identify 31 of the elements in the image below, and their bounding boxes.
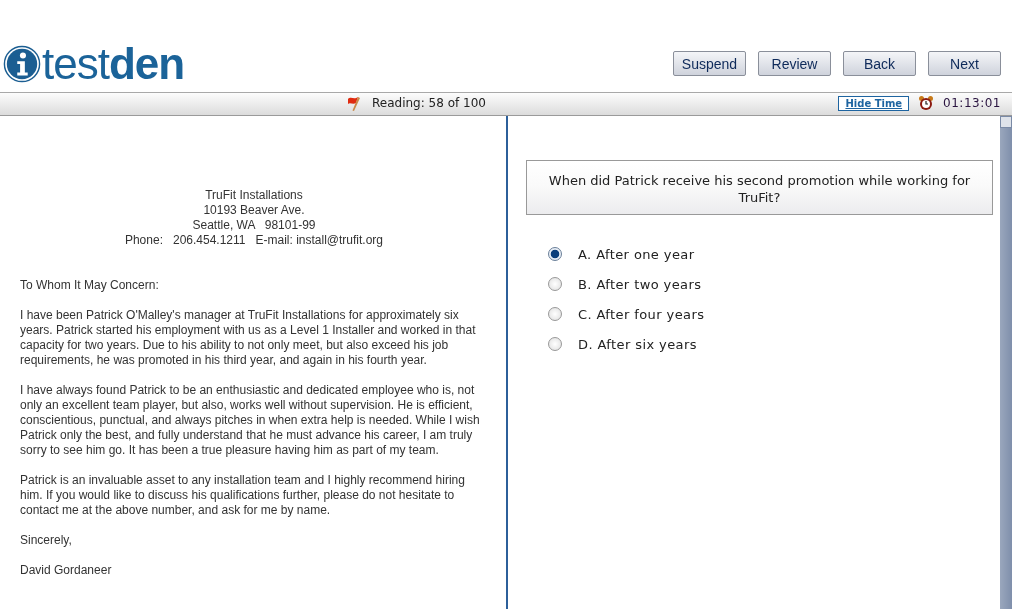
question-prompt: When did Patrick receive his second promotion while working for TruFit?: [526, 160, 993, 215]
passage-paragraph: Sincerely,: [20, 533, 73, 548]
scrollbar[interactable]: [1000, 116, 1012, 609]
passage-paragraph: I have been Patrick O'Malley's manager at TruFit Installations for approximately six years. Patrick started his employment with us as a Level 1 Installer and worked in that capacity for two years. Due to his ability to not only meet, but also exceed his job requirements, he was promoted in his third year, and again in his fourth year.: [20, 308, 477, 368]
question-counter: Reading: 58 of 100: [372, 96, 486, 110]
radio-button[interactable]: [548, 337, 562, 351]
answer-option[interactable]: C. After four years: [548, 305, 993, 323]
answer-option[interactable]: B. After two years: [548, 275, 993, 293]
info-icon: [3, 45, 41, 83]
letterhead-line: 10193 Beaver Ave.: [202, 203, 306, 218]
nav-button[interactable]: Review: [758, 51, 831, 76]
logo-text: testden: [42, 42, 185, 86]
timer: 01:13:01: [943, 96, 1001, 110]
passage-paragraph: To Whom It May Concern:: [20, 278, 160, 293]
letterhead-line: Phone: 206.454.1211 E-mail: install@trufit.org: [123, 233, 385, 248]
passage-paragraph: I have always found Patrick to be an enthusiastic and dedicated employee who is, not only an excellent team player, but also, works well without supervision. He is efficient, conscientious, punctual, and always pitches in when extra help is needed. While I wish Patrick only the best, and fully understand that he must advance his career, I am truly sorry to see him go. It has been a true pleasure having him as part of my team.: [20, 383, 481, 458]
nav-button[interactable]: Suspend: [673, 51, 746, 76]
nav-button[interactable]: Next: [928, 51, 1001, 76]
answer-option[interactable]: D. After six years: [548, 335, 993, 353]
answer-option[interactable]: A. After one year: [548, 245, 993, 263]
passage-paragraph: Patrick is an invaluable asset to any installation team and I highly recommend hiring him. If you would like to discuss his qualifications further, please do not hesitate to contact me at the above number, and ask for me by name.: [20, 473, 466, 518]
nav-button[interactable]: Back: [843, 51, 916, 76]
hide-time-button[interactable]: Hide Time: [838, 95, 910, 111]
scroll-up-icon[interactable]: [1000, 116, 1012, 128]
letterhead-line: Seattle, WA 98101-99: [191, 218, 317, 233]
radio-button[interactable]: [548, 307, 562, 321]
radio-button[interactable]: [548, 247, 562, 261]
letterhead-line: TruFit Installations: [204, 188, 304, 203]
passage-paragraph: David Gordaneer: [20, 563, 113, 578]
radio-button[interactable]: [548, 277, 562, 291]
alarm-clock-icon: [918, 95, 935, 111]
